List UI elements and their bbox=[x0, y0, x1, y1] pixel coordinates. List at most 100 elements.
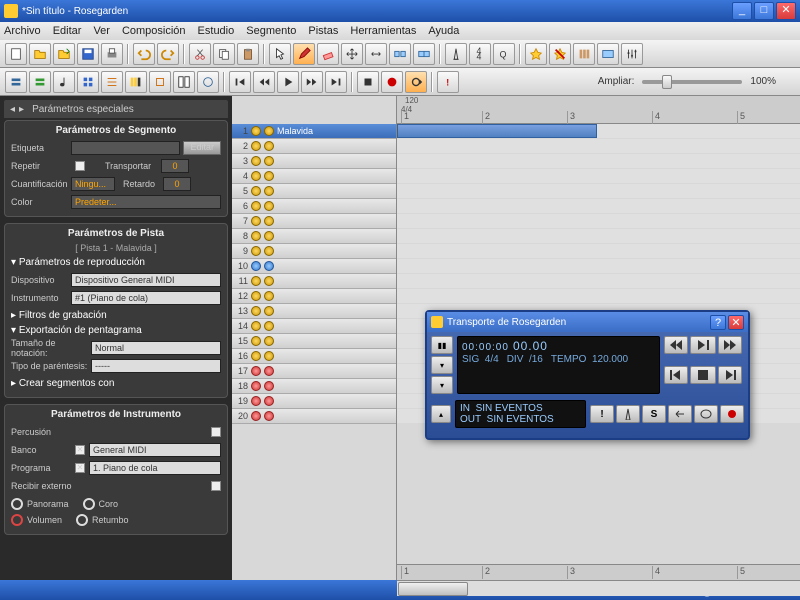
editar-button[interactable]: Editar bbox=[183, 141, 221, 155]
cut-icon[interactable] bbox=[189, 43, 211, 65]
bottom-ruler[interactable]: 1 2 3 4 5 bbox=[397, 564, 800, 580]
record-icon[interactable] bbox=[381, 71, 403, 93]
track-mute-icon[interactable] bbox=[264, 231, 274, 241]
track-led-icon[interactable] bbox=[251, 156, 261, 166]
track-row[interactable]: 11 bbox=[232, 274, 396, 289]
transport-mode-icon[interactable]: ▾ bbox=[431, 356, 453, 374]
transport-rewind-icon[interactable] bbox=[664, 336, 688, 354]
track-led-icon[interactable] bbox=[251, 126, 261, 136]
track-led-icon[interactable] bbox=[251, 306, 261, 316]
track-led-icon[interactable] bbox=[251, 366, 261, 376]
repetir-checkbox[interactable] bbox=[75, 161, 85, 171]
track-row[interactable]: 8 bbox=[232, 229, 396, 244]
transport-ff-icon[interactable] bbox=[718, 336, 742, 354]
track-led-icon[interactable] bbox=[251, 336, 261, 346]
track-row[interactable]: 7 bbox=[232, 214, 396, 229]
banco-checkbox[interactable] bbox=[75, 445, 85, 455]
track-led-icon[interactable] bbox=[251, 261, 261, 271]
track-led-icon[interactable] bbox=[251, 246, 261, 256]
track-mute-icon[interactable] bbox=[264, 261, 274, 271]
print-icon[interactable] bbox=[101, 43, 123, 65]
track-led-icon[interactable] bbox=[251, 171, 261, 181]
export-section[interactable]: Exportación de pentagrama bbox=[11, 325, 221, 336]
track-row[interactable]: 5 bbox=[232, 184, 396, 199]
close-button[interactable]: ✕ bbox=[776, 2, 796, 20]
minimize-button[interactable]: _ bbox=[732, 2, 752, 20]
cuantif-field[interactable]: Ningu... bbox=[71, 177, 115, 191]
track-mute-icon[interactable] bbox=[264, 276, 274, 286]
crear-section[interactable]: Crear segmentos con bbox=[11, 378, 221, 389]
resize-tool-icon[interactable] bbox=[365, 43, 387, 65]
transport-end-icon[interactable] bbox=[718, 366, 742, 384]
move-tool-icon[interactable] bbox=[341, 43, 363, 65]
track-mute-icon[interactable] bbox=[264, 186, 274, 196]
track-row[interactable]: 18 bbox=[232, 379, 396, 394]
track-mute-icon[interactable] bbox=[264, 306, 274, 316]
transport-stop-icon[interactable] bbox=[690, 366, 716, 384]
rewind-start-icon[interactable] bbox=[229, 71, 251, 93]
color-field[interactable]: Predeter... bbox=[71, 195, 221, 209]
stop-icon[interactable] bbox=[357, 71, 379, 93]
track-led-icon[interactable] bbox=[251, 351, 261, 361]
etiqueta-field[interactable] bbox=[71, 141, 180, 155]
track-mute-icon[interactable] bbox=[264, 246, 274, 256]
menu-herramientas[interactable]: Herramientas bbox=[350, 25, 416, 37]
transport-play-icon[interactable] bbox=[690, 336, 716, 354]
track-mute-icon[interactable] bbox=[264, 336, 274, 346]
transport-loopback-icon[interactable] bbox=[668, 405, 692, 423]
track-row[interactable]: 12 bbox=[232, 289, 396, 304]
track-name[interactable]: Malavida bbox=[277, 126, 313, 136]
track-row[interactable]: 13 bbox=[232, 304, 396, 319]
track-led-icon[interactable] bbox=[251, 396, 261, 406]
coro-knob[interactable] bbox=[83, 498, 95, 510]
track-mute-icon[interactable] bbox=[264, 171, 274, 181]
track-led-icon[interactable] bbox=[251, 291, 261, 301]
menu-editar[interactable]: Editar bbox=[53, 25, 82, 37]
transport-close-button[interactable]: ✕ bbox=[728, 315, 744, 330]
paste-icon[interactable] bbox=[237, 43, 259, 65]
track-row[interactable]: 3 bbox=[232, 154, 396, 169]
menu-pistas[interactable]: Pistas bbox=[308, 25, 338, 37]
programa-checkbox[interactable] bbox=[75, 463, 85, 473]
track-row[interactable]: 10 bbox=[232, 259, 396, 274]
tempo-icon[interactable] bbox=[445, 43, 467, 65]
track-led-icon[interactable] bbox=[251, 141, 261, 151]
ruler[interactable]: 120 4/4 1 2 3 4 5 bbox=[397, 96, 800, 124]
track-row[interactable]: 14 bbox=[232, 319, 396, 334]
percussion-matrix-icon[interactable] bbox=[125, 71, 147, 93]
eventlist-icon[interactable] bbox=[101, 71, 123, 93]
tool-b-icon[interactable] bbox=[173, 71, 195, 93]
track-led-icon[interactable] bbox=[251, 381, 261, 391]
banco-select[interactable]: General MIDI bbox=[89, 443, 221, 457]
track-mute-icon[interactable] bbox=[264, 411, 274, 421]
tamano-select[interactable]: Normal bbox=[91, 341, 221, 355]
join-tool-icon[interactable] bbox=[413, 43, 435, 65]
track-row[interactable]: 4 bbox=[232, 169, 396, 184]
draw-tool-icon[interactable] bbox=[293, 43, 315, 65]
transport-pause-icon[interactable]: ▮▮ bbox=[431, 336, 453, 354]
open-file-icon[interactable] bbox=[29, 43, 51, 65]
tool-a-icon[interactable] bbox=[149, 71, 171, 93]
h-scrollbar[interactable] bbox=[397, 580, 800, 596]
transport-loop-icon[interactable] bbox=[694, 405, 718, 423]
menu-ver[interactable]: Ver bbox=[93, 25, 110, 37]
forward-end-icon[interactable] bbox=[325, 71, 347, 93]
playback-section[interactable]: Parámetros de reproducción bbox=[11, 257, 221, 268]
track-row[interactable]: 19 bbox=[232, 394, 396, 409]
manage-studio-icon[interactable] bbox=[573, 43, 595, 65]
track-mute-icon[interactable] bbox=[264, 126, 274, 136]
menu-ayuda[interactable]: Ayuda bbox=[428, 25, 459, 37]
transport-help-button[interactable]: ? bbox=[710, 315, 726, 330]
track-row[interactable]: 17 bbox=[232, 364, 396, 379]
menu-estudio[interactable]: Estudio bbox=[198, 25, 235, 37]
copy-icon[interactable] bbox=[213, 43, 235, 65]
audio-mixer-icon[interactable] bbox=[621, 43, 643, 65]
panorama-knob[interactable] bbox=[11, 498, 23, 510]
track-mute-icon[interactable] bbox=[264, 366, 274, 376]
undo-icon[interactable] bbox=[133, 43, 155, 65]
panic-icon[interactable]: ! bbox=[437, 71, 459, 93]
star-icon[interactable] bbox=[525, 43, 547, 65]
maximize-button[interactable]: □ bbox=[754, 2, 774, 20]
programa-select[interactable]: 1. Piano de cola bbox=[89, 461, 221, 475]
track-mute-icon[interactable] bbox=[264, 216, 274, 226]
